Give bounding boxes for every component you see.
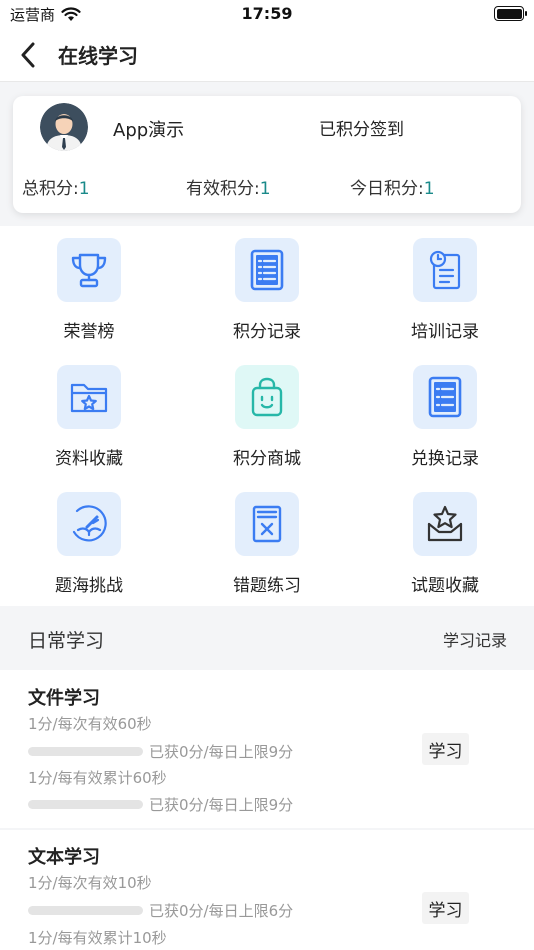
carrier-name: 运营商 (10, 6, 56, 24)
study-rule: 1分/每有效累计10秒 (28, 929, 167, 947)
progress-text: 已获0分/每日上限6分 (149, 901, 294, 920)
stat-label: 今日积分: (350, 179, 424, 199)
progress-row: 已获0分/每日上限9分 (28, 741, 293, 761)
stat-value: 1 (259, 179, 271, 199)
grid-label: 资料收藏 (55, 449, 123, 469)
book-challenge-icon (72, 505, 107, 542)
shopping-bag-icon (251, 377, 283, 417)
page-title: 在线学习 (58, 44, 138, 68)
study-rule: 1分/每有效累计60秒 (28, 769, 167, 787)
avatar[interactable] (40, 103, 88, 151)
back-button[interactable] (12, 38, 44, 72)
grid-label: 题海挑战 (55, 576, 123, 596)
stat-label: 总积分: (22, 179, 79, 199)
user-avatar-icon (40, 103, 88, 151)
grid-item-points-record[interactable]: 积分记录 (207, 226, 327, 342)
grid-item-exchange-record[interactable]: 兑换记录 (385, 353, 505, 469)
wifi-icon (61, 7, 81, 21)
total-points: 总积分:1 (22, 174, 90, 199)
grid-item-question-challenge[interactable]: 题海挑战 (29, 480, 149, 596)
grid-item-training-record[interactable]: 培训记录 (385, 226, 505, 342)
battery-icon (494, 6, 527, 21)
progress-bar (28, 746, 143, 756)
status-bar: 运营商 17:59 (0, 0, 534, 28)
study-rule: 1分/每次有效10秒 (28, 874, 152, 892)
section-title: 日常学习 (28, 630, 105, 652)
stat-value: 1 (423, 179, 435, 199)
grid-item-test-favorites[interactable]: 试题收藏 (385, 480, 505, 596)
stat-value: 1 (78, 179, 90, 199)
progress-bar (28, 905, 143, 915)
trophy-icon (71, 253, 107, 288)
study-title: 文本学习 (28, 847, 100, 868)
grid-label: 错题练习 (233, 576, 301, 596)
nav-bar: 在线学习 (0, 28, 534, 82)
progress-row: 已获0分/每日上限6分 (28, 900, 293, 920)
star-folder-icon (70, 383, 108, 413)
effective-points: 有效积分:1 (186, 174, 271, 199)
wrong-question-icon (252, 505, 282, 543)
exchange-list-icon (428, 376, 462, 418)
list-document-icon (250, 249, 284, 291)
grid-item-wrong-question-practice[interactable]: 错题练习 (207, 480, 327, 596)
grid-label: 培训记录 (411, 322, 479, 342)
grid-item-honor-board[interactable]: 荣誉榜 (29, 226, 149, 342)
star-inbox-icon (427, 505, 463, 542)
study-title: 文件学习 (28, 688, 100, 709)
grid-item-points-mall[interactable]: 积分商城 (207, 353, 327, 469)
study-button[interactable]: 学习 (422, 892, 469, 924)
grid-label: 积分记录 (233, 322, 301, 342)
today-points: 今日积分:1 (350, 174, 435, 199)
grid-label: 积分商城 (233, 449, 301, 469)
clock-document-icon (429, 250, 461, 290)
progress-row: 已获0分/每日上限9分 (28, 794, 293, 814)
chevron-left-icon (21, 42, 35, 68)
daily-learning-header: 日常学习 学习记录 (0, 606, 534, 670)
feature-grid: 荣誉榜 积分记录 培训记录 资料收藏 积分商城 兑换记录 题海挑战 错题练习 试… (0, 226, 534, 606)
progress-text: 已获0分/每日上限9分 (149, 742, 294, 761)
grid-label: 荣誉榜 (63, 322, 115, 342)
progress-bar (28, 799, 143, 809)
carrier-info: 运营商 (10, 4, 81, 25)
grid-label: 兑换记录 (411, 449, 479, 469)
grid-item-material-favorites[interactable]: 资料收藏 (29, 353, 149, 469)
study-button[interactable]: 学习 (422, 733, 469, 765)
progress-text: 已获0分/每日上限9分 (149, 795, 294, 814)
study-rule: 1分/每次有效60秒 (28, 715, 152, 733)
study-card-file: 文件学习 1分/每次有效60秒 已获0分/每日上限9分 1分/每有效累计60秒 … (0, 670, 534, 828)
study-card-text: 文本学习 1分/每次有效10秒 已获0分/每日上限6分 1分/每有效累计10秒 … (0, 830, 534, 950)
study-record-link[interactable]: 学习记录 (443, 627, 507, 651)
profile-card: App演示 已积分签到 总积分:1 有效积分:1 今日积分:1 (13, 96, 521, 213)
stat-label: 有效积分: (186, 179, 260, 199)
signin-status: 已积分签到 (319, 120, 404, 140)
user-name: App演示 (113, 120, 185, 141)
grid-label: 试题收藏 (411, 576, 479, 596)
